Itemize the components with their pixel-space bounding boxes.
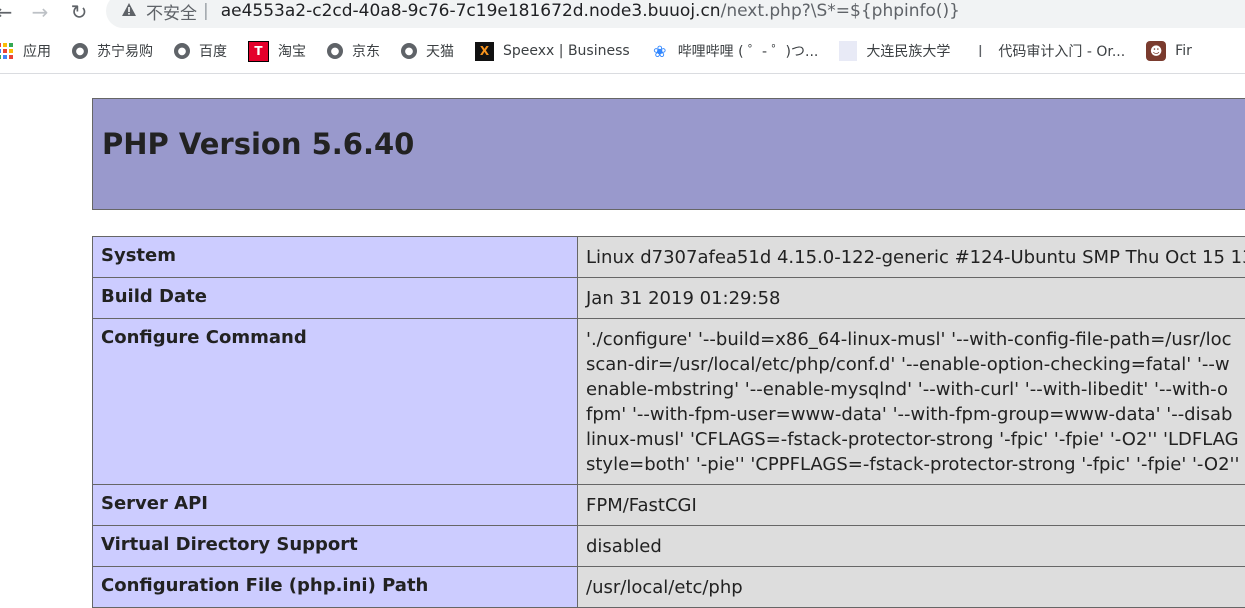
row-key: System bbox=[93, 237, 578, 278]
bookmark-label: Fir bbox=[1175, 43, 1192, 59]
row-value-line: Linux d7307afea51d 4.15.0-122-generic #1… bbox=[586, 245, 1245, 270]
bookmark-label: 百度 bbox=[199, 41, 227, 61]
table-row: Configure Command './configure' '--build=… bbox=[93, 319, 1245, 485]
bookmark-label: 大连民族大学 bbox=[866, 41, 950, 61]
row-value: disabled bbox=[578, 526, 1245, 567]
security-label[interactable]: 不安全 bbox=[146, 0, 197, 24]
bookmark-baidu[interactable]: ● 百度 bbox=[174, 41, 227, 61]
row-value-line: Jan 31 2019 01:29:58 bbox=[586, 286, 1245, 311]
table-row: Configuration File (php.ini) Path/usr/lo… bbox=[93, 567, 1245, 608]
address-bar-text[interactable]: 不安全 | ae4553a2-c2cd-40a8-9c76-7c19e18167… bbox=[122, 0, 960, 22]
reload-icon[interactable]: ↻ bbox=[67, 0, 91, 24]
bookmarks-bar: 应用 ● 苏宁易购 ● 百度 T 淘宝 ● 京东 ● 天猫 X Speexx |… bbox=[0, 36, 1245, 66]
avatar-icon: ☻ bbox=[1146, 41, 1166, 61]
address-separator: | bbox=[203, 1, 209, 21]
table-row: Virtual Directory Support disabled bbox=[93, 526, 1245, 567]
row-value-line: style=both' '-pie'' 'CPPFLAGS=-fstack-pr… bbox=[586, 452, 1245, 477]
bookmark-code-audit[interactable]: ا 代码审计入门 - Or... bbox=[971, 41, 1125, 61]
row-value-line: './configure' '--build=x86_64-linux-musl… bbox=[586, 327, 1245, 352]
bookmark-tmall[interactable]: ● 天猫 bbox=[401, 41, 454, 61]
row-value: './configure' '--build=x86_64-linux-musl… bbox=[578, 319, 1245, 485]
row-key: Configure Command bbox=[93, 319, 578, 485]
url-host[interactable]: ae4553a2-c2cd-40a8-9c76-7c19e181672d.nod… bbox=[221, 1, 721, 21]
row-value-line: scan-dir=/usr/local/etc/php/conf.d' '--e… bbox=[586, 352, 1245, 377]
bookmark-bilibili[interactable]: ❀ 哔哩哔哩 ( ゜- ゜)つ... bbox=[651, 41, 819, 61]
bookmark-jd[interactable]: ● 京东 bbox=[327, 41, 380, 61]
page-content: PHP Version 5.6.40 System Linux d7307afea… bbox=[0, 74, 1245, 586]
bookmark-label: 苏宁易购 bbox=[97, 41, 153, 61]
row-value: /usr/local/etc/php bbox=[578, 567, 1245, 608]
bookmark-fir[interactable]: ☻ Fir bbox=[1146, 41, 1192, 61]
paw-icon: ❀ bbox=[651, 42, 669, 60]
url-path[interactable]: /next.php?\S*=${phpinfo()} bbox=[721, 1, 960, 21]
blank-page-icon bbox=[839, 41, 857, 61]
bookmark-label: 代码审计入门 - Or... bbox=[998, 41, 1125, 61]
bookmark-suning[interactable]: ● 苏宁易购 bbox=[72, 41, 153, 61]
logo-icon: ا bbox=[971, 42, 989, 60]
globe-icon: ● bbox=[327, 43, 343, 59]
row-value-line: fpm' '--with-fpm-user=www-data' '--with-… bbox=[586, 402, 1245, 427]
apps-grid-icon bbox=[0, 43, 13, 59]
row-key: Server API bbox=[93, 485, 578, 526]
phpinfo-table: System Linux d7307afea51d 4.15.0-122-gene… bbox=[92, 236, 1245, 608]
bookmark-label: Speexx | Business bbox=[503, 43, 630, 59]
row-value-line: FPM/FastCGI bbox=[586, 493, 1245, 518]
row-key: Build Date bbox=[93, 278, 578, 319]
warning-icon[interactable] bbox=[122, 1, 138, 21]
globe-icon: ● bbox=[72, 43, 88, 59]
row-value-line: disabled bbox=[586, 534, 1245, 559]
row-value-line: enable-mbstring' '--enable-mysqlnd' '--w… bbox=[586, 377, 1245, 402]
bookmark-label: 哔哩哔哩 ( ゜- ゜)つ... bbox=[678, 41, 819, 61]
speexx-icon: X bbox=[475, 42, 494, 61]
bookmark-label: 淘宝 bbox=[278, 41, 306, 61]
globe-icon: ● bbox=[174, 43, 190, 59]
row-value-line: /usr/local/etc/php bbox=[586, 575, 1245, 600]
php-version-header: PHP Version 5.6.40 bbox=[92, 98, 1245, 210]
table-row: Server API FPM/FastCGI bbox=[93, 485, 1245, 526]
navigation-bar: ← → ↻ 不安全 | ae4553a2-c2cd-40a8-9c76-7c19… bbox=[0, 0, 1245, 28]
row-value: Linux d7307afea51d 4.15.0-122-generic #1… bbox=[578, 237, 1245, 278]
page-title: PHP Version 5.6.40 bbox=[102, 127, 414, 161]
bookmark-apps[interactable]: 应用 bbox=[0, 41, 51, 61]
row-value: Jan 31 2019 01:29:58 bbox=[578, 278, 1245, 319]
table-row: Build Date Jan 31 2019 01:29:58 bbox=[93, 278, 1245, 319]
phpinfo-table-body: System Linux d7307afea51d 4.15.0-122-gene… bbox=[93, 237, 1245, 608]
bookmark-taobao[interactable]: T 淘宝 bbox=[248, 41, 306, 62]
globe-icon: ● bbox=[401, 43, 417, 59]
taobao-icon: T bbox=[248, 41, 269, 62]
back-arrow-icon[interactable]: ← bbox=[0, 0, 16, 24]
table-row: System Linux d7307afea51d 4.15.0-122-gene… bbox=[93, 237, 1245, 278]
bookmark-speexx[interactable]: X Speexx | Business bbox=[475, 42, 630, 61]
forward-arrow-icon[interactable]: → bbox=[28, 0, 52, 24]
row-value: FPM/FastCGI bbox=[578, 485, 1245, 526]
row-value-line: linux-musl' 'CFLAGS=-fstack-protector-st… bbox=[586, 427, 1245, 452]
row-key: Virtual Directory Support bbox=[93, 526, 578, 567]
bookmark-dlnu[interactable]: 大连民族大学 bbox=[839, 41, 950, 61]
bookmark-label: 应用 bbox=[23, 41, 51, 61]
row-key: Configuration File (php.ini) Path bbox=[93, 567, 578, 608]
bookmark-label: 天猫 bbox=[426, 41, 454, 61]
browser-chrome: ← → ↻ 不安全 | ae4553a2-c2cd-40a8-9c76-7c19… bbox=[0, 0, 1245, 74]
bookmark-label: 京东 bbox=[352, 41, 380, 61]
